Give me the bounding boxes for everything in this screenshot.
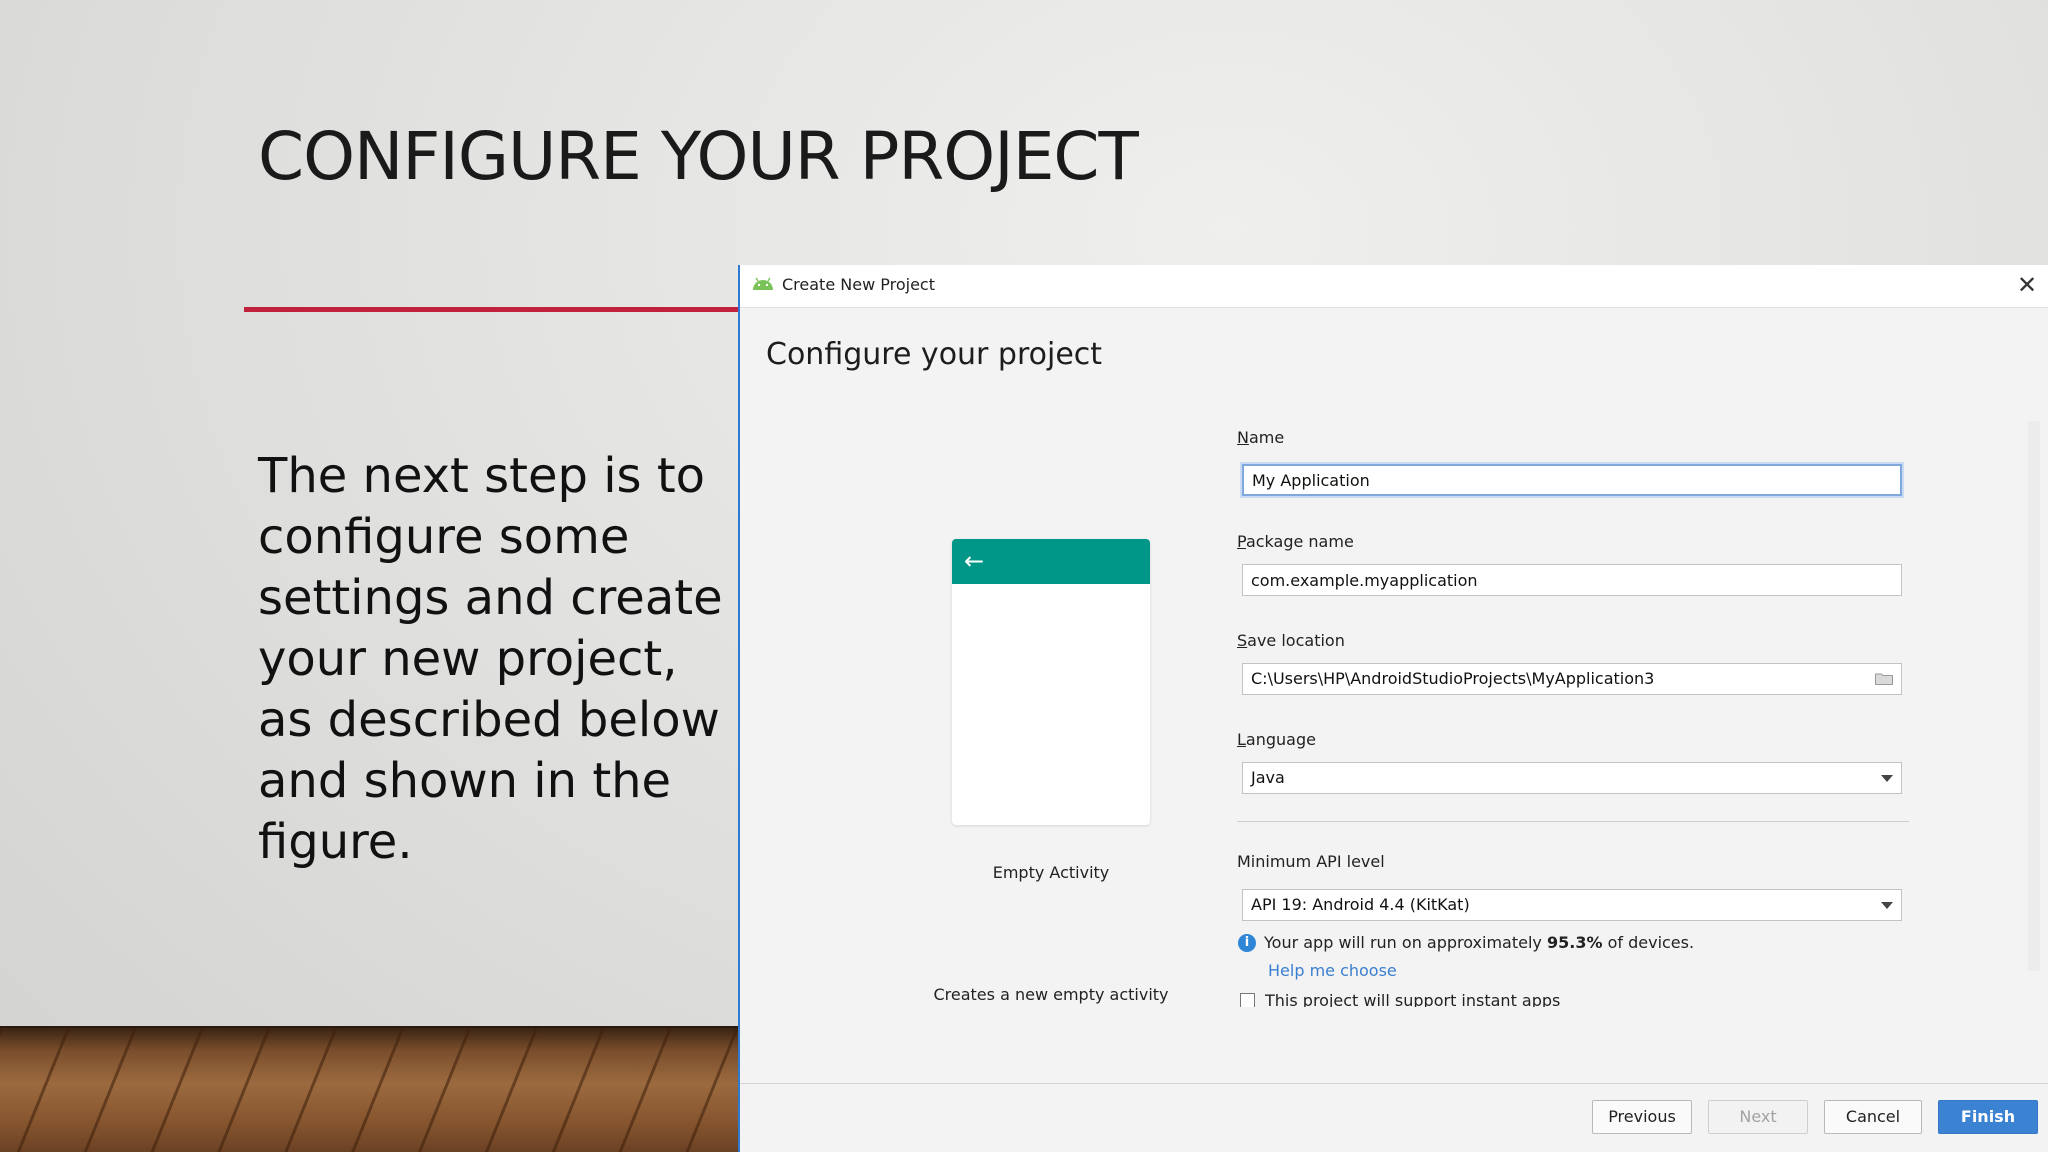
dialog-window-title: Create New Project [782, 275, 935, 294]
close-icon[interactable]: ✕ [2012, 270, 2042, 300]
slide-body-text: The next step is to configure some setti… [258, 448, 723, 870]
slide-title: CONFIGURE YOUR PROJECT [258, 118, 1139, 195]
coverage-percent: 95.3% [1546, 933, 1603, 952]
device-coverage-text: Your app will run on approximately 95.3%… [1264, 933, 1694, 952]
language-value: Java [1251, 768, 1285, 787]
package-name-label: Package name [1237, 532, 1354, 551]
dialog-heading: Configure your project [766, 337, 1103, 372]
name-field[interactable] [1242, 464, 1902, 496]
device-coverage-info: i Your app will run on approximately 95.… [1238, 933, 1694, 952]
name-label-text: ame [1248, 428, 1285, 447]
min-api-label: Minimum API level [1237, 852, 1385, 871]
template-description: Creates a new empty activity [933, 985, 1169, 1004]
package-name-field[interactable] [1242, 564, 1902, 596]
save-location-label: Save location [1237, 631, 1345, 650]
coverage-suffix: of devices. [1602, 933, 1695, 952]
footer-divider [740, 1083, 2048, 1084]
name-label-mnemonic: N [1237, 428, 1249, 447]
title-divider [244, 307, 739, 312]
min-api-select[interactable]: API 19: Android 4.4 (KitKat) [1242, 889, 1902, 921]
help-me-choose-link[interactable]: Help me choose [1268, 961, 1397, 980]
chevron-down-icon [1881, 775, 1893, 782]
activity-preview-card: ← [952, 539, 1150, 825]
instant-apps-label: This project will support instant apps [1265, 991, 1561, 1007]
language-label: Language [1237, 730, 1316, 749]
save-location-value: C:\Users\HP\AndroidStudioProjects\MyAppl… [1251, 669, 1655, 688]
next-button[interactable]: Next [1708, 1100, 1808, 1134]
language-label-text: anguage [1245, 730, 1316, 749]
android-icon [753, 277, 773, 290]
language-label-mnemonic: L [1237, 730, 1246, 749]
min-api-value: API 19: Android 4.4 (KitKat) [1251, 895, 1470, 914]
instant-apps-checkbox[interactable] [1240, 993, 1255, 1007]
cancel-button[interactable]: Cancel [1824, 1100, 1922, 1134]
chevron-down-icon [1881, 902, 1893, 909]
template-name: Empty Activity [992, 863, 1110, 882]
info-icon: i [1238, 933, 1256, 952]
save-location-field[interactable]: C:\Users\HP\AndroidStudioProjects\MyAppl… [1242, 663, 1902, 695]
wood-floor-decoration [0, 1028, 740, 1152]
coverage-prefix: Your app will run on approximately [1264, 933, 1547, 952]
save-location-label-mnemonic: S [1237, 631, 1248, 650]
vertical-scrollbar[interactable] [2028, 421, 2040, 971]
language-select[interactable]: Java [1242, 762, 1902, 794]
folder-icon[interactable] [1875, 672, 1893, 685]
section-divider [1237, 821, 1909, 822]
finish-button[interactable]: Finish [1938, 1100, 2038, 1134]
name-label: Name [1237, 428, 1284, 447]
dialog-titlebar: Create New Project ✕ [740, 265, 2048, 308]
create-new-project-dialog: Create New Project ✕ Configure your proj… [738, 265, 2048, 1152]
save-location-label-text: ave location [1247, 631, 1345, 650]
preview-toolbar: ← [952, 539, 1150, 584]
package-label-text: ackage name [1245, 532, 1354, 551]
previous-button[interactable]: Previous [1592, 1100, 1692, 1134]
instant-apps-option[interactable]: This project will support instant apps [1240, 991, 1560, 1007]
back-arrow-icon: ← [964, 547, 985, 575]
package-label-mnemonic: P [1237, 532, 1246, 551]
